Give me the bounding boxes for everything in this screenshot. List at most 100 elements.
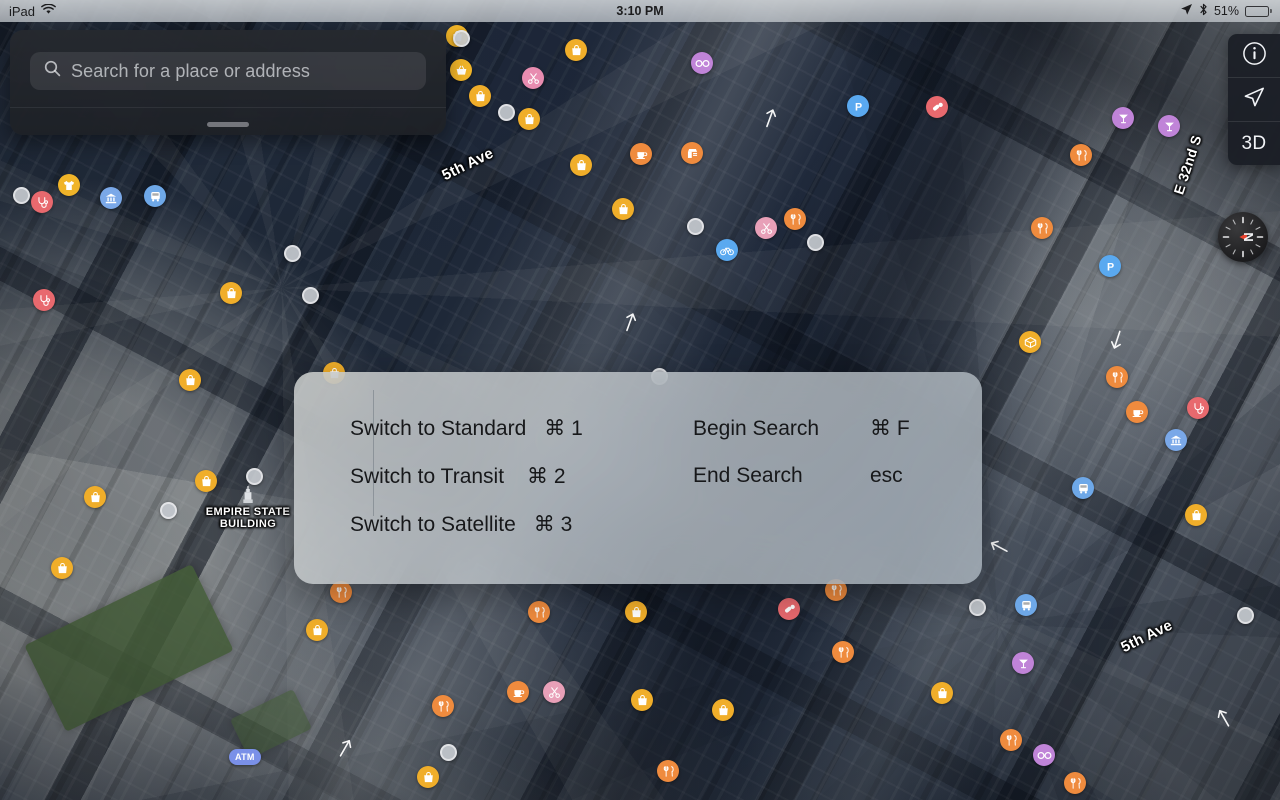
pin-cafe-3[interactable] [507, 681, 529, 703]
medical-icon [38, 294, 51, 307]
pin-generic-3[interactable] [687, 218, 704, 235]
pin-generic-9[interactable] [160, 502, 177, 519]
pin-medical-3[interactable] [1187, 397, 1209, 419]
pin-parking-1[interactable]: P [847, 95, 869, 117]
pin-generic-6[interactable] [302, 287, 319, 304]
pin-bag-1[interactable] [565, 39, 587, 61]
pin-salon-3[interactable] [543, 681, 565, 703]
pin-bag-15[interactable] [712, 699, 734, 721]
medical-icon [36, 196, 49, 209]
pin-restaurant-8[interactable] [528, 601, 550, 623]
restaurant-icon [1069, 777, 1082, 790]
pin-restaurant-1[interactable] [1070, 144, 1092, 166]
pin-bank-1[interactable] [100, 187, 122, 209]
pin-generic-13[interactable] [1237, 607, 1254, 624]
pin-restaurant-2[interactable] [784, 208, 806, 230]
pin-bag-10[interactable] [195, 470, 217, 492]
pin-bar-1[interactable] [1112, 107, 1134, 129]
pin-restaurant-11[interactable] [1000, 729, 1022, 751]
pin-basket[interactable] [450, 59, 472, 81]
pin-bag-11[interactable] [1185, 504, 1207, 526]
pin-bag-3[interactable] [518, 108, 540, 130]
pin-bank-2[interactable] [1165, 429, 1187, 451]
pin-bag-7[interactable] [179, 369, 201, 391]
shopping-bag-icon [1190, 509, 1203, 522]
shortcut-label: End Search [693, 464, 803, 488]
pin-restaurant-12[interactable] [1064, 772, 1086, 794]
pin-package-1[interactable] [1019, 331, 1041, 353]
pin-generic-5[interactable] [284, 245, 301, 262]
shopping-bag-icon [56, 562, 69, 575]
pin-transit-1[interactable] [144, 185, 166, 207]
pin-bag-18[interactable] [417, 766, 439, 788]
pin-bike-1[interactable] [716, 239, 738, 261]
compass-icon[interactable]: N [1218, 212, 1268, 262]
search-icon [44, 60, 61, 82]
shopping-bag-icon [184, 374, 197, 387]
restaurant-icon [437, 700, 450, 713]
search-panel[interactable]: Search for a place or address [10, 30, 446, 135]
compass-face: N [1218, 212, 1268, 262]
pin-bar-3[interactable] [1012, 652, 1034, 674]
pin-salon[interactable] [522, 67, 544, 89]
pin-generic-4[interactable] [807, 234, 824, 251]
pin-atm[interactable]: ATM [229, 749, 261, 765]
pin-bag-12[interactable] [51, 557, 73, 579]
parking-icon: P [852, 100, 865, 113]
pin-generic-11[interactable] [440, 744, 457, 761]
pin-transit-3[interactable] [1015, 594, 1037, 616]
glasses-icon [1037, 750, 1052, 761]
pin-generic-12[interactable] [969, 599, 986, 616]
shopping-bag-icon [575, 159, 588, 172]
pin-restaurant-4[interactable] [1106, 366, 1128, 388]
pin-bag-16[interactable] [931, 682, 953, 704]
pin-eyewear[interactable] [691, 52, 713, 74]
pin-medical-1[interactable] [31, 191, 53, 213]
pin-pharmacy-1[interactable] [926, 96, 948, 118]
pin-bag-13[interactable] [306, 619, 328, 641]
pin-generic-2[interactable] [498, 104, 515, 121]
pin-bag-5[interactable] [612, 198, 634, 220]
pin-cafe-1[interactable] [630, 143, 652, 165]
pin-salon-2[interactable] [755, 217, 777, 239]
pin-generic[interactable] [453, 30, 470, 47]
pin-bar-2[interactable] [1158, 115, 1180, 137]
pin-bag-4[interactable] [570, 154, 592, 176]
pin-bag-17[interactable] [625, 601, 647, 623]
pin-bag-14[interactable] [631, 689, 653, 711]
pin-medical-2[interactable] [33, 289, 55, 311]
shortcut-keys: ⌘ 1 [526, 416, 600, 441]
pin-restaurant-9[interactable] [432, 695, 454, 717]
pin-clothing-1[interactable] [58, 174, 80, 196]
bicycle-icon [720, 245, 734, 256]
pin-parking-2[interactable]: P [1099, 255, 1121, 277]
locate-me-button[interactable] [1228, 77, 1280, 121]
pin-glasses-2[interactable] [1033, 744, 1055, 766]
shopping-bag-icon [523, 113, 536, 126]
pin-transit-2[interactable] [1072, 477, 1094, 499]
pin-generic-8[interactable] [246, 468, 263, 485]
pin-restaurant-10[interactable] [657, 760, 679, 782]
shopping-bag-icon [89, 491, 102, 504]
tshirt-icon [62, 179, 76, 192]
bus-icon [1077, 482, 1090, 495]
pin-bag-2[interactable] [469, 85, 491, 107]
search-input[interactable]: Search for a place or address [30, 52, 426, 90]
pin-shop-1[interactable] [681, 142, 703, 164]
shortcut-label: Begin Search [693, 417, 819, 441]
toggle-3d-button[interactable]: 3D [1228, 121, 1280, 165]
pin-restaurant-3[interactable] [1031, 217, 1053, 239]
pin-cafe-2[interactable] [1126, 401, 1148, 423]
pin-generic-10[interactable] [13, 187, 30, 204]
panel-drag-handle[interactable] [207, 122, 249, 127]
pin-pharmacy-2[interactable] [778, 598, 800, 620]
pin-restaurant-7[interactable] [330, 581, 352, 603]
pharmacy-icon [931, 101, 944, 114]
pin-restaurant-6[interactable] [832, 641, 854, 663]
shortcut-label: Switch to Satellite [350, 513, 516, 537]
pin-bag-6[interactable] [220, 282, 242, 304]
shopping-bag-icon [474, 90, 487, 103]
map-control-stack: 3D [1228, 34, 1280, 165]
pin-bag-9[interactable] [84, 486, 106, 508]
info-button[interactable] [1228, 34, 1280, 77]
